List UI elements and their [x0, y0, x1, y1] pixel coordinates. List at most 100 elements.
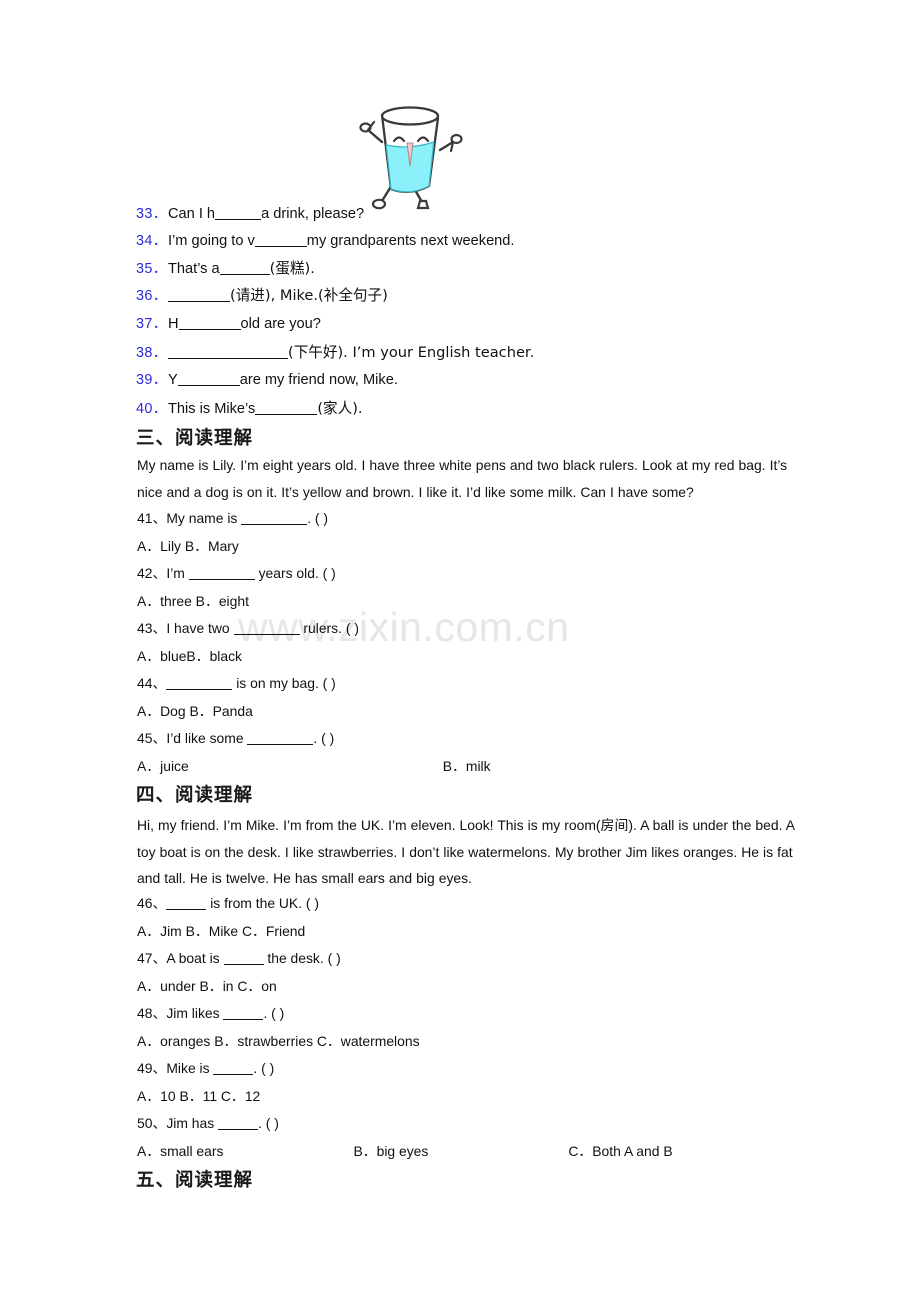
question-text-post: is from the UK. ( )	[206, 895, 320, 911]
options-48[interactable]: A．oranges B．strawberries C．watermelons	[137, 1028, 897, 1055]
answer-blank[interactable]	[241, 512, 308, 525]
answer-blank[interactable]	[178, 316, 241, 330]
question-text-pre: That’s a	[168, 261, 220, 277]
section-heading-3: 三、阅读理解	[136, 428, 254, 449]
question-text-pre: Can I h	[168, 206, 216, 222]
question-number: 45、	[137, 730, 167, 746]
answer-blank[interactable]	[213, 1062, 254, 1075]
fill-blank-item: 34．I’m going to v my grandparents next w…	[136, 228, 896, 255]
question-45: 45、I’d like some . ( )	[137, 725, 897, 752]
answer-blank[interactable]	[168, 288, 230, 302]
question-text-post: (请进), Mike.(补全句子)	[230, 287, 388, 304]
question-text-post: . ( )	[313, 730, 335, 746]
question-50: 50、Jim has . ( )	[137, 1110, 897, 1137]
question-text-pre: Jim has	[166, 1115, 219, 1131]
question-text-pre: I’d like some	[166, 730, 248, 746]
options-45: A．juice B．milk	[137, 753, 897, 780]
answer-blank[interactable]	[255, 401, 318, 415]
question-number: 44、	[137, 675, 167, 691]
question-text-pre: Mike is	[166, 1060, 214, 1076]
question-text-pre: H	[168, 316, 179, 332]
options-41[interactable]: A．Lily B．Mary	[137, 533, 897, 560]
question-42: 42、I’m years old. ( )	[137, 560, 897, 587]
option-a-45[interactable]: A．juice	[137, 753, 189, 780]
question-number: 33．	[136, 206, 168, 222]
question-number: 49、	[137, 1060, 167, 1076]
answer-blank[interactable]	[188, 567, 255, 580]
fill-blank-item: 37．H old are you?	[136, 311, 896, 338]
answer-blank[interactable]	[218, 1117, 259, 1130]
question-text-post: my grandparents next weekend.	[306, 233, 515, 249]
fill-blank-item: 40．This is Mike’s (家人).	[136, 395, 896, 422]
answer-blank[interactable]	[166, 897, 207, 910]
question-number: 46、	[137, 895, 167, 911]
question-number: 35．	[136, 261, 168, 277]
question-49: 49、Mike is . ( )	[137, 1055, 897, 1082]
question-text-post: are my friend now, Mike.	[239, 372, 398, 388]
question-text-post: (蛋糕).	[269, 260, 315, 277]
options-44[interactable]: A．Dog B．Panda	[137, 698, 897, 725]
options-49[interactable]: A．10 B．11 C．12	[137, 1083, 897, 1110]
document-page: www.zixin.com.cn 33．Can I h a drink, ple…	[0, 0, 920, 1302]
answer-blank[interactable]	[177, 372, 240, 386]
section-heading-4: 四、阅读理解	[136, 785, 254, 806]
fill-blank-item: 39．Y are my friend now, Mike.	[136, 367, 896, 394]
option-b-45[interactable]: B．milk	[443, 753, 491, 780]
question-number: 38．	[136, 345, 168, 361]
question-number: 42、	[137, 565, 167, 581]
question-48: 48、Jim likes . ( )	[137, 1000, 897, 1027]
passage-3: My name is Lily. I’m eight years old. I …	[137, 457, 788, 500]
question-number: 40．	[136, 401, 168, 417]
passage-4: Hi, my friend. I’m Mike. I’m from the UK…	[137, 817, 795, 886]
question-47: 47、A boat is the desk. ( )	[137, 945, 897, 972]
question-number: 47、	[137, 950, 167, 966]
question-text-pre: I have two	[166, 620, 234, 636]
question-text-pre: Y	[168, 372, 178, 388]
option-b-50[interactable]: B．big eyes	[353, 1138, 428, 1165]
cartoon-glass-of-water-illustration	[352, 98, 470, 214]
question-text-pre: My name is	[166, 510, 242, 526]
answer-blank[interactable]	[166, 677, 233, 690]
fill-blank-item: 35．That’s a (蛋糕).	[136, 255, 896, 282]
answer-blank[interactable]	[168, 345, 288, 359]
options-46[interactable]: A．Jim B．Mike C．Friend	[137, 918, 897, 945]
question-text-pre: I’m going to v	[168, 233, 255, 249]
answer-blank[interactable]	[223, 1007, 264, 1020]
question-number: 41、	[137, 510, 167, 526]
question-46: 46、 is from the UK. ( )	[137, 890, 897, 917]
answer-blank[interactable]	[247, 732, 314, 745]
question-text-pre: Jim likes	[166, 1005, 224, 1021]
option-a-50[interactable]: A．small ears	[137, 1138, 223, 1165]
question-text-post: . ( )	[253, 1060, 275, 1076]
question-text-post: a drink, please?	[261, 206, 365, 222]
question-text-pre: A boat is	[166, 950, 224, 966]
options-47[interactable]: A．under B．in C．on	[137, 973, 897, 1000]
question-text-post: is on my bag. ( )	[232, 675, 336, 691]
answer-blank[interactable]	[254, 233, 307, 247]
question-41: 41、My name is . ( )	[137, 505, 897, 532]
answer-blank[interactable]	[233, 622, 300, 635]
question-number: 43、	[137, 620, 167, 636]
question-number: 36．	[136, 288, 168, 304]
question-43: 43、I have two rulers. ( )	[137, 615, 897, 642]
question-text-pre: I’m	[166, 565, 189, 581]
answer-blank[interactable]	[219, 261, 270, 275]
options-43[interactable]: A．blueB．black	[137, 643, 897, 670]
fill-blank-item: 38． (下午好). I’m your English teacher.	[136, 339, 896, 366]
question-number: 37．	[136, 316, 168, 332]
question-text-post: the desk. ( )	[263, 950, 341, 966]
question-number: 48、	[137, 1005, 167, 1021]
fill-blank-item: 36． (请进), Mike.(补全句子)	[136, 282, 896, 309]
options-50: A．small ears B．big eyes C．Both A and B	[137, 1138, 897, 1165]
fill-blank-item: 33．Can I h a drink, please?	[136, 201, 896, 228]
option-c-50[interactable]: C．Both A and B	[568, 1138, 672, 1165]
options-42[interactable]: A．three B．eight	[137, 588, 897, 615]
question-text-post: old are you?	[240, 316, 321, 332]
question-text-pre: This is Mike’s	[168, 401, 256, 417]
answer-blank[interactable]	[215, 206, 262, 220]
question-text-post: rulers. ( )	[299, 620, 359, 636]
section-heading-5: 五、阅读理解	[136, 1170, 254, 1191]
question-number: 39．	[136, 372, 168, 388]
answer-blank[interactable]	[223, 952, 264, 965]
question-text-post: (家人).	[317, 400, 363, 417]
